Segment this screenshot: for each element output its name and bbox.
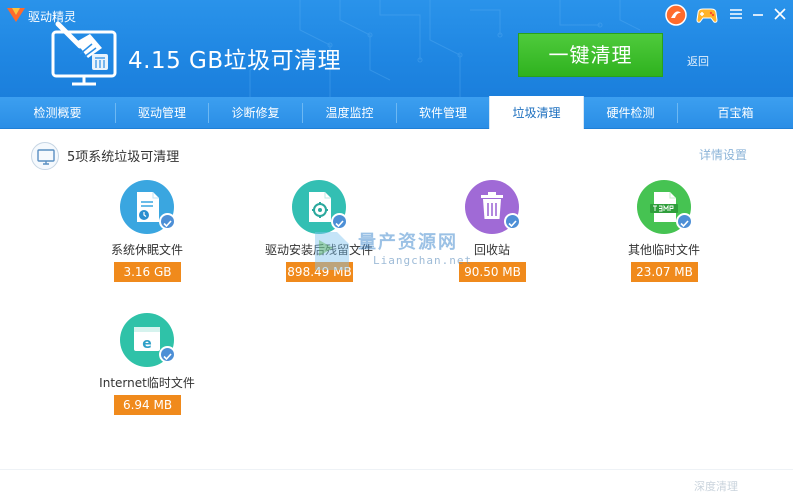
- tab-software-management[interactable]: 软件管理: [397, 97, 489, 129]
- main-tab-bar: 检测概要 驱动管理 诊断修复 温度监控 软件管理 垃圾清理 硬件检测 百宝箱: [0, 96, 793, 129]
- watermark-url: Liangchan.net: [373, 254, 473, 267]
- check-icon: [504, 213, 521, 230]
- detail-settings-link[interactable]: 详情设置: [699, 146, 747, 163]
- item-label: 其他临时文件: [627, 243, 700, 257]
- size-badge: 3.16 GB: [114, 262, 181, 282]
- tab-driver-management[interactable]: 驱动管理: [116, 97, 208, 129]
- tab-detection-overview[interactable]: 检测概要: [0, 97, 115, 129]
- tab-hardware-detection[interactable]: 硬件检测: [584, 97, 677, 129]
- svg-text:e: e: [142, 336, 152, 352]
- header-banner: 驱动精灵 4.15 GB垃圾可清理 一键清理 返回: [0, 0, 793, 97]
- watermark-logo-icon: [315, 232, 349, 270]
- check-icon: [676, 213, 693, 230]
- game-controller-icon[interactable]: [695, 4, 719, 26]
- footer-divider: [0, 469, 793, 470]
- check-icon: [159, 213, 176, 230]
- speedup-icon[interactable]: [665, 4, 687, 26]
- tab-temperature-monitor[interactable]: 温度监控: [303, 97, 396, 129]
- size-badge: 23.07 MB: [631, 262, 698, 282]
- deep-clean-link[interactable]: 深度清理: [694, 478, 738, 494]
- check-icon: [159, 346, 176, 363]
- monitor-broom-illustration: [51, 21, 117, 86]
- tab-junk-cleanup[interactable]: 垃圾清理: [489, 96, 584, 129]
- junk-total-headline: 4.15 GB垃圾可清理: [128, 48, 342, 74]
- one-click-clean-button[interactable]: 一键清理: [518, 33, 663, 77]
- menu-icon[interactable]: [729, 7, 743, 21]
- watermark-text: 量产资源网: [358, 232, 458, 253]
- tab-diagnose-repair[interactable]: 诊断修复: [209, 97, 302, 129]
- close-icon[interactable]: [773, 7, 787, 21]
- back-link[interactable]: 返回: [687, 53, 709, 69]
- system-monitor-icon: [31, 142, 59, 170]
- minimize-icon[interactable]: [751, 7, 765, 21]
- section-title: 5项系统垃圾可清理: [67, 150, 180, 165]
- size-badge: 6.94 MB: [114, 395, 181, 415]
- tab-toolbox[interactable]: 百宝箱: [678, 97, 793, 129]
- app-logo-icon: [7, 8, 25, 22]
- item-label: Internet临时文件: [99, 376, 195, 390]
- item-label: 系统休眠文件: [110, 243, 183, 257]
